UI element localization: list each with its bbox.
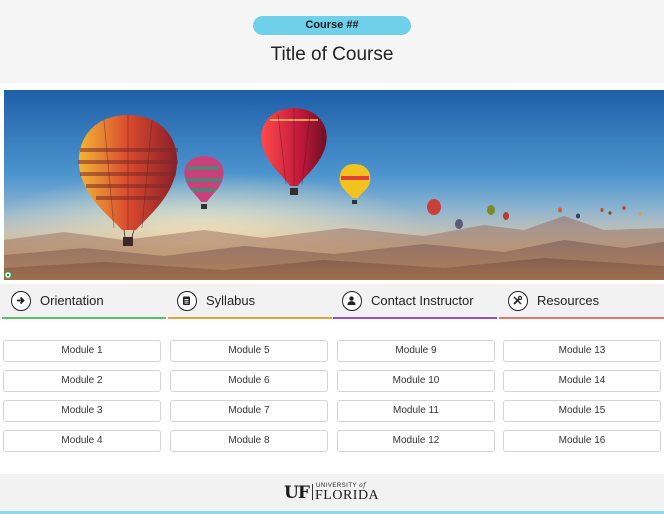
tools-icon	[508, 291, 528, 311]
course-header: Course ## Title of Course	[0, 0, 664, 83]
nav-syllabus-label: Syllabus	[206, 293, 256, 308]
nav-syllabus[interactable]: Syllabus	[168, 284, 332, 319]
hero-banner-image	[4, 90, 664, 280]
logo-divider	[312, 484, 313, 500]
nav-contact-instructor-label: Contact Instructor	[371, 293, 474, 308]
arrow-circle-icon	[11, 291, 31, 311]
module-10-button[interactable]: Module 10	[337, 370, 495, 392]
nav-orientation[interactable]: Orientation	[2, 284, 166, 319]
module-6-button[interactable]: Module 6	[170, 370, 328, 392]
nav-contact-instructor[interactable]: Contact Instructor	[333, 284, 497, 319]
nav-resources[interactable]: Resources	[499, 284, 664, 319]
logo-florida-text: FLORIDA	[315, 488, 380, 503]
module-1-button[interactable]: Module 1	[3, 340, 161, 362]
module-14-button[interactable]: Module 14	[503, 370, 661, 392]
nav-resources-label: Resources	[537, 293, 600, 308]
syllabus-underline	[168, 317, 332, 319]
module-5-button[interactable]: Module 5	[170, 340, 328, 362]
resources-underline	[499, 317, 664, 319]
module-13-button[interactable]: Module 13	[503, 340, 661, 362]
module-4-button[interactable]: Module 4	[3, 430, 161, 452]
module-11-button[interactable]: Module 11	[337, 400, 495, 422]
module-3-button[interactable]: Module 3	[3, 400, 161, 422]
uf-monogram: UF	[284, 483, 310, 503]
module-16-button[interactable]: Module 16	[503, 430, 661, 452]
module-9-button[interactable]: Module 9	[337, 340, 495, 362]
course-navigation-bar: Orientation Syllabus Contact Instructor …	[0, 284, 664, 319]
module-15-button[interactable]: Module 15	[503, 400, 661, 422]
module-2-button[interactable]: Module 2	[3, 370, 161, 392]
clipboard-icon	[177, 291, 197, 311]
module-12-button[interactable]: Module 12	[337, 430, 495, 452]
module-7-button[interactable]: Module 7	[170, 400, 328, 422]
module-8-button[interactable]: Module 8	[170, 430, 328, 452]
user-icon	[342, 291, 362, 311]
orientation-underline	[2, 317, 166, 319]
expand-icon[interactable]	[4, 271, 12, 279]
nav-orientation-label: Orientation	[40, 293, 104, 308]
contact-underline	[333, 317, 497, 319]
course-title: Title of Course	[270, 44, 394, 65]
university-of-florida-logo: UF UNIVERSITY of FLORIDA	[284, 481, 384, 503]
course-number-badge: Course ##	[253, 16, 411, 35]
